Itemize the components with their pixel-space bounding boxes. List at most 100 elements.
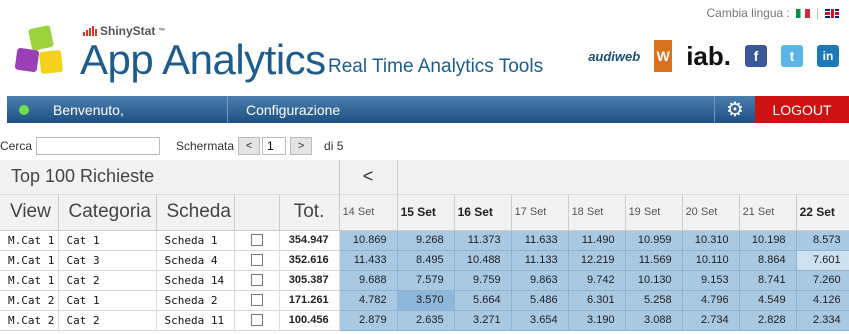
page-number-input[interactable] — [262, 137, 287, 155]
column-screen[interactable]: Scheda — [156, 194, 235, 231]
column-day[interactable]: 19 Set — [625, 194, 683, 231]
cell-day-value: 2.334 — [796, 310, 849, 331]
column-day[interactable]: 21 Set — [739, 194, 797, 231]
row-checkbox[interactable] — [250, 314, 263, 327]
cell-day-value: 3.088 — [625, 310, 683, 331]
cell-day-value: 10.130 — [625, 270, 683, 291]
next-page-button[interactable]: > — [290, 137, 313, 155]
column-category[interactable]: Categoria — [58, 194, 157, 231]
cell-category: Cat 1 — [58, 290, 157, 311]
cell-day-value: 11.490 — [568, 230, 626, 251]
w-logo: W — [654, 40, 673, 72]
cell-day-value: 11.373 — [454, 230, 512, 251]
cell-select — [234, 290, 280, 311]
app-logo-icon — [14, 24, 70, 87]
cell-day-value: 9.268 — [397, 230, 455, 251]
online-status-icon — [19, 104, 29, 115]
english-flag-icon[interactable] — [825, 8, 839, 18]
cell-day-value: 10.869 — [339, 230, 398, 251]
facebook-icon[interactable]: f — [745, 45, 767, 67]
row-checkbox[interactable] — [250, 254, 263, 267]
row-checkbox[interactable] — [250, 274, 263, 287]
column-day[interactable]: 17 Set — [511, 194, 569, 231]
cell-total: 352.616 — [279, 250, 340, 271]
column-day[interactable]: 20 Set — [682, 194, 740, 231]
language-switcher: Cambia lingua : | — [706, 6, 839, 20]
cell-day-value: 5.258 — [625, 290, 683, 311]
italian-flag-icon[interactable] — [795, 8, 810, 18]
row-checkbox[interactable] — [250, 234, 263, 247]
column-total[interactable]: Tot. — [279, 194, 340, 231]
table-row: M.Cat 1 Cat 2 Scheda 14 305.387 9.688 7.579 9.… — [0, 270, 849, 291]
gear-icon[interactable]: ⚙ — [715, 96, 755, 123]
cell-day-value: 8.495 — [397, 250, 455, 271]
cell-screen: Scheda 11 — [156, 310, 235, 331]
cell-day-value: 9.742 — [568, 270, 626, 291]
cell-day-value: 10.198 — [739, 230, 797, 251]
cell-day-value: 3.654 — [511, 310, 569, 331]
linkedin-icon[interactable]: in — [817, 45, 839, 67]
screen-label: Schermata — [176, 139, 235, 153]
row-checkbox[interactable] — [250, 294, 263, 307]
cell-total: 354.947 — [279, 230, 340, 251]
cell-category: Cat 3 — [58, 250, 157, 271]
cell-day-value: 7.579 — [397, 270, 455, 291]
requests-table: Top 100 Richieste < View Categoria Scheda Tot… — [0, 160, 849, 331]
cell-day-value: 9.863 — [511, 270, 569, 291]
cell-day-value: 3.190 — [568, 310, 626, 331]
cell-view: M.Cat 2 — [0, 310, 59, 331]
cell-day-value: 11.569 — [625, 250, 683, 271]
logout-button[interactable]: LOGOUT — [755, 96, 849, 123]
column-day[interactable]: 14 Set — [339, 194, 398, 231]
cell-day-value: 11.433 — [339, 250, 398, 271]
column-day[interactable]: 15 Set — [397, 194, 455, 231]
page-count: di 5 — [324, 139, 344, 153]
cell-day-value: 6.301 — [568, 290, 626, 311]
app-title: App Analytics — [80, 36, 326, 83]
cell-view: M.Cat 1 — [0, 270, 59, 291]
cell-day-value: 7.260 — [796, 270, 849, 291]
cell-day-value: 4.126 — [796, 290, 849, 311]
cell-screen: Scheda 4 — [156, 250, 235, 271]
cell-select — [234, 310, 280, 331]
audiweb-logo: audiweb — [588, 48, 641, 64]
cell-select — [234, 250, 280, 271]
prev-days-button[interactable]: < — [339, 160, 398, 195]
cell-day-value: 10.488 — [454, 250, 512, 271]
cell-day-value: 8.741 — [739, 270, 797, 291]
cell-day-value: 7.601 — [796, 250, 849, 271]
cell-screen: Scheda 2 — [156, 290, 235, 311]
cell-day-value: 2.635 — [397, 310, 455, 331]
cell-day-value: 11.133 — [511, 250, 569, 271]
table-row: M.Cat 1 Cat 3 Scheda 4 352.616 11.433 8.495 10… — [0, 250, 849, 271]
cell-total: 171.261 — [279, 290, 340, 311]
welcome-text: Benvenuto, — [53, 101, 124, 118]
search-bar: Cerca Schermata < > di 5 — [0, 136, 343, 156]
cell-day-value: 10.110 — [682, 250, 740, 271]
cell-day-value: 2.828 — [739, 310, 797, 331]
search-input[interactable] — [36, 137, 160, 155]
iab-logo: iab. — [686, 40, 731, 71]
column-view[interactable]: View — [0, 194, 59, 231]
cell-day-value: 2.879 — [339, 310, 398, 331]
column-day[interactable]: 18 Set — [568, 194, 626, 231]
cell-day-value: 4.782 — [339, 290, 398, 311]
cell-day-value: 4.549 — [739, 290, 797, 311]
bars-icon — [83, 26, 97, 36]
cell-category: Cat 2 — [58, 270, 157, 291]
title-fill — [397, 160, 849, 195]
main-navbar: Benvenuto, Configurazione ⚙ LOGOUT — [7, 96, 849, 123]
cell-screen: Scheda 1 — [156, 230, 235, 251]
cell-day-value: 8.573 — [796, 230, 849, 251]
column-day[interactable]: 22 Set — [796, 194, 849, 231]
language-label: Cambia lingua : — [706, 6, 790, 20]
twitter-icon[interactable]: t — [781, 45, 803, 67]
cell-day-value: 11.633 — [511, 230, 569, 251]
prev-page-button[interactable]: < — [238, 137, 261, 155]
nav-configurazione[interactable]: Configurazione — [246, 102, 340, 118]
cell-view: M.Cat 2 — [0, 290, 59, 311]
app-subtitle: Real Time Analytics Tools — [328, 56, 544, 77]
cell-select — [234, 270, 280, 291]
column-day[interactable]: 16 Set — [454, 194, 512, 231]
cell-day-value: 9.759 — [454, 270, 512, 291]
